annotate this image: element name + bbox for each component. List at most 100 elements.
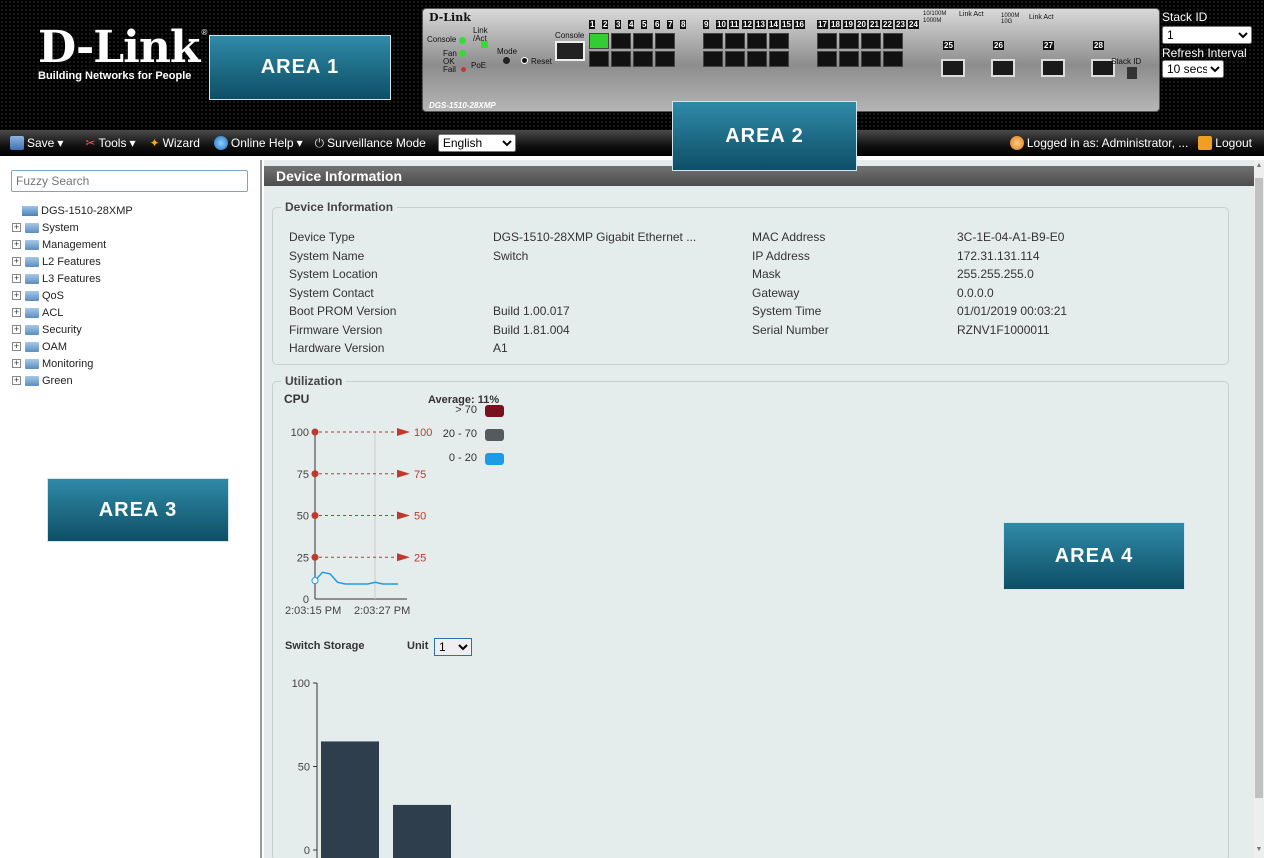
expand-plus-icon[interactable]: + bbox=[12, 376, 21, 385]
mode-button[interactable] bbox=[503, 57, 510, 64]
console-port[interactable] bbox=[555, 41, 585, 61]
port-number-18: 18 bbox=[830, 20, 841, 29]
mode-label: Mode bbox=[497, 47, 518, 56]
tree-item-label: Security bbox=[42, 323, 82, 336]
expand-plus-icon[interactable]: + bbox=[12, 308, 21, 317]
rj45-port-13[interactable] bbox=[703, 51, 723, 67]
sfp-port-27[interactable] bbox=[1041, 59, 1065, 77]
rj45-port-21[interactable] bbox=[817, 51, 837, 67]
rj45-port-9[interactable] bbox=[703, 33, 723, 49]
logout-label: Logout bbox=[1215, 136, 1252, 150]
reset-button[interactable] bbox=[521, 57, 528, 64]
tree-item-qos[interactable]: + QoS bbox=[12, 287, 133, 304]
scroll-up-icon[interactable]: ▲ bbox=[1254, 162, 1264, 169]
tree-items: + System + Management + L2 Features + L3 Featur… bbox=[12, 219, 133, 389]
tree-item-l3-features[interactable]: + L3 Features bbox=[12, 270, 133, 287]
port-number-14: 14 bbox=[768, 20, 779, 29]
rj45-port-22[interactable] bbox=[839, 51, 859, 67]
tools-icon: ✂ bbox=[85, 136, 96, 150]
rj45-port-16[interactable] bbox=[769, 51, 789, 67]
reset-label: Reset bbox=[531, 57, 552, 66]
port-number-22: 22 bbox=[882, 20, 893, 29]
ports-1-8[interactable] bbox=[589, 33, 693, 67]
speed-legend-2: Link Act bbox=[959, 11, 984, 18]
save-menu[interactable]: Save ▾ bbox=[10, 136, 63, 150]
rj45-port-5[interactable] bbox=[589, 51, 609, 67]
rj45-port-3[interactable] bbox=[633, 33, 653, 49]
tree-item-oam[interactable]: + OAM bbox=[12, 338, 133, 355]
tree-item-label: L3 Features bbox=[42, 272, 101, 285]
ports-17-24[interactable] bbox=[817, 33, 921, 67]
folder-icon bbox=[25, 239, 39, 250]
expand-plus-icon[interactable]: + bbox=[12, 325, 21, 334]
rj45-port-15[interactable] bbox=[747, 51, 767, 67]
sfp-port-25[interactable] bbox=[941, 59, 965, 77]
rj45-port-7[interactable] bbox=[633, 51, 653, 67]
rj45-port-12[interactable] bbox=[769, 33, 789, 49]
language-select[interactable]: English bbox=[437, 134, 516, 152]
folder-icon bbox=[25, 222, 39, 233]
scrollbar-thumb[interactable] bbox=[1255, 178, 1263, 798]
refresh-interval-select[interactable]: 10 secs bbox=[1162, 60, 1224, 78]
logout-button[interactable]: Logout bbox=[1198, 136, 1252, 150]
rj45-port-18[interactable] bbox=[839, 33, 859, 49]
expand-plus-icon[interactable]: + bbox=[12, 359, 21, 368]
expand-plus-icon[interactable]: + bbox=[12, 223, 21, 232]
rj45-port-1[interactable] bbox=[589, 33, 609, 49]
tree-item-green[interactable]: + Green bbox=[12, 372, 133, 389]
chevron-down-icon: ▾ bbox=[129, 136, 136, 150]
tree-root[interactable]: DGS-1510-28XMP bbox=[22, 202, 133, 219]
tree-item-label: Monitoring bbox=[42, 357, 94, 370]
port-number-13: 13 bbox=[755, 20, 766, 29]
surveillance-mode-button[interactable]: ⏻ Surveillance Mode bbox=[315, 136, 426, 151]
fuzzy-search-input[interactable] bbox=[11, 170, 248, 192]
tree-item-label: ACL bbox=[42, 306, 64, 319]
scroll-down-icon[interactable]: ▼ bbox=[1254, 846, 1264, 853]
rj45-port-20[interactable] bbox=[883, 33, 903, 49]
rj45-port-10[interactable] bbox=[725, 33, 745, 49]
stack-id-display bbox=[1127, 67, 1137, 79]
port-number-12: 12 bbox=[742, 20, 753, 29]
tree-item-security[interactable]: + Security bbox=[12, 321, 133, 338]
tree-item-l2-features[interactable]: + L2 Features bbox=[12, 253, 133, 270]
expand-plus-icon[interactable]: + bbox=[12, 291, 21, 300]
poe-label: PoE bbox=[471, 61, 487, 70]
tools-menu[interactable]: ✂ Tools ▾ bbox=[85, 136, 135, 150]
tree-item-management[interactable]: + Management bbox=[12, 236, 133, 253]
rj45-port-8[interactable] bbox=[655, 51, 675, 67]
rj45-port-19[interactable] bbox=[861, 33, 881, 49]
area-2-label: AREA 2 bbox=[672, 101, 857, 171]
sfp-port-26[interactable] bbox=[991, 59, 1015, 77]
ports-9-16[interactable] bbox=[703, 33, 807, 67]
expand-plus-icon[interactable]: + bbox=[12, 274, 21, 283]
chevron-down-icon: ▾ bbox=[57, 136, 64, 150]
rj45-port-4[interactable] bbox=[655, 33, 675, 49]
rj45-port-14[interactable] bbox=[725, 51, 745, 67]
tree-item-acl[interactable]: + ACL bbox=[12, 304, 133, 321]
wizard-button[interactable]: ✦ Wizard bbox=[150, 136, 200, 150]
tree-item-monitoring[interactable]: + Monitoring bbox=[12, 355, 133, 372]
port-number-20: 20 bbox=[856, 20, 867, 29]
rj45-port-6[interactable] bbox=[611, 51, 631, 67]
rj45-port-23[interactable] bbox=[861, 51, 881, 67]
rj45-port-17[interactable] bbox=[817, 33, 837, 49]
main-scrollbar[interactable]: ▲ ▼ bbox=[1254, 160, 1264, 858]
online-help-menu[interactable]: Online Help ▾ bbox=[213, 136, 303, 150]
expand-plus-icon[interactable]: + bbox=[12, 342, 21, 351]
online-help-label: Online Help bbox=[230, 136, 294, 150]
nav-tree: DGS-1510-28XMP + System + Management + L2 Fea… bbox=[12, 202, 133, 389]
expand-plus-icon[interactable]: + bbox=[12, 240, 21, 249]
device-front-panel[interactable]: D-Link Console Link /Act Fan OK Fail PoE… bbox=[422, 8, 1160, 112]
rj45-port-24[interactable] bbox=[883, 51, 903, 67]
rj45-port-2[interactable] bbox=[611, 33, 631, 49]
tree-item-system[interactable]: + System bbox=[12, 219, 133, 236]
switch-icon bbox=[22, 205, 38, 216]
port-number-10: 10 bbox=[716, 20, 727, 29]
sfp-number-25: 25 bbox=[943, 41, 954, 50]
rj45-port-11[interactable] bbox=[747, 33, 767, 49]
stack-id-select[interactable]: 1 bbox=[1162, 26, 1252, 44]
port-number-21: 21 bbox=[869, 20, 880, 29]
tree-item-label: Management bbox=[42, 238, 107, 251]
expand-plus-icon[interactable]: + bbox=[12, 257, 21, 266]
port-number-23: 23 bbox=[895, 20, 906, 29]
